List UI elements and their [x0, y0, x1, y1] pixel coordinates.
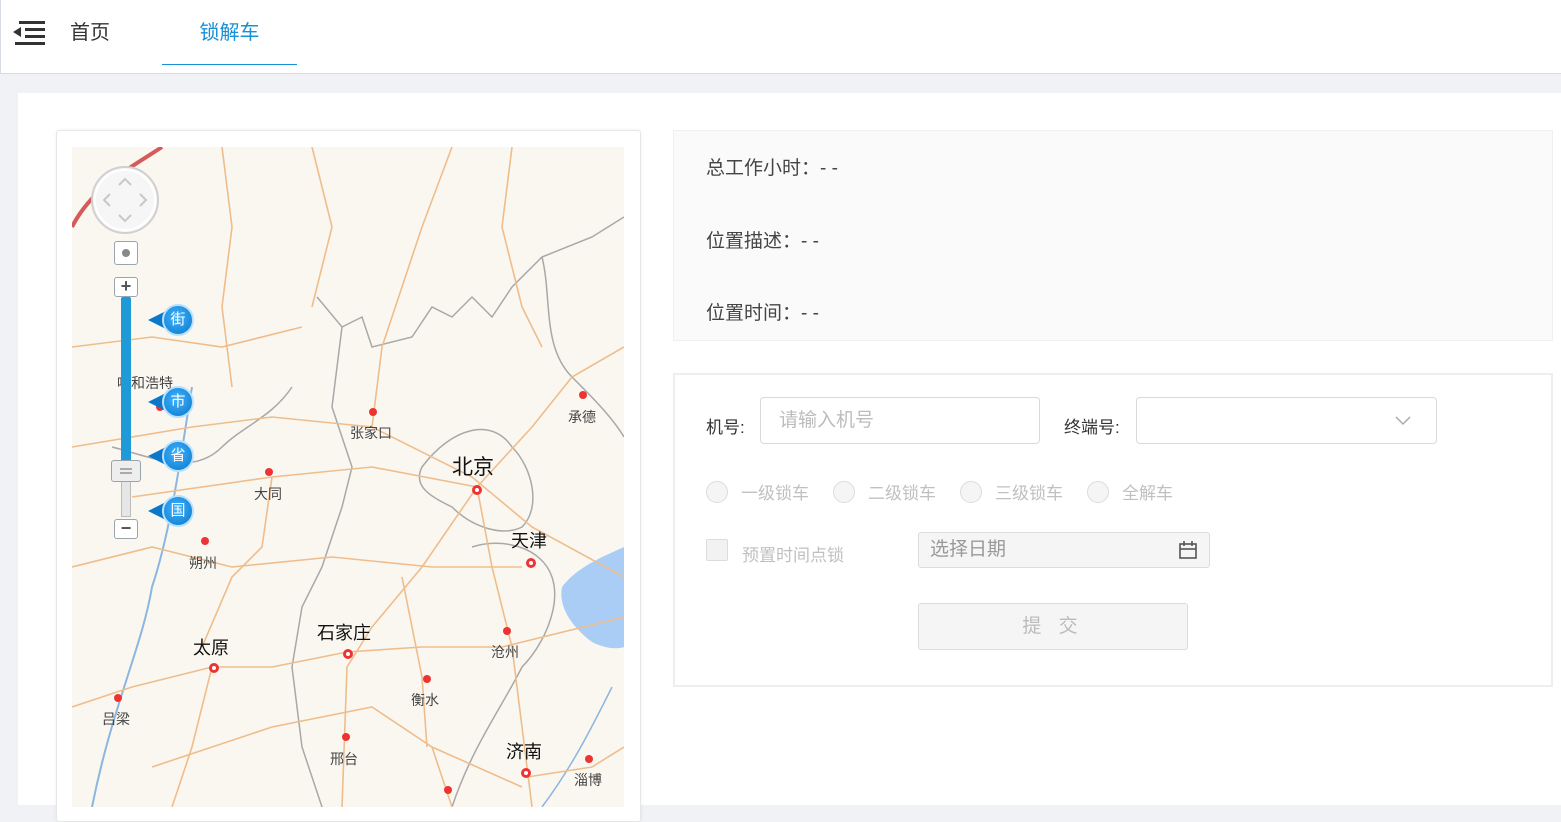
submit-button[interactable]: 提 交: [918, 603, 1188, 650]
city-label: 石家庄: [317, 623, 371, 643]
total-work-hours: 总工作小时：- -: [706, 158, 838, 179]
radio-circle[interactable]: [960, 480, 982, 503]
map-background: [72, 147, 624, 807]
zoom-in-button[interactable]: +: [114, 277, 138, 297]
radio-label: 三级锁车: [995, 484, 1063, 503]
zoom-slider-track[interactable]: [121, 297, 131, 479]
map-card: 呼和浩特 张家口 承德 北京 大同 天津 朔州 太原 石家庄 沧州 衡水 吕梁 …: [56, 130, 641, 822]
calendar-icon: [1179, 541, 1197, 559]
radio-label: 二级锁车: [868, 484, 936, 503]
map[interactable]: 呼和浩特 张家口 承德 北京 大同 天津 朔州 太原 石家庄 沧州 衡水 吕梁 …: [72, 147, 624, 807]
radio-unlock-all[interactable]: 全解车: [1087, 479, 1173, 504]
chevron-down-icon: [1395, 416, 1411, 426]
city-label: 太原: [193, 638, 229, 658]
location-time: 位置时间：- -: [706, 303, 819, 324]
city-label: 北京: [452, 456, 494, 479]
radio-lock-level-3[interactable]: 三级锁车: [960, 479, 1063, 504]
city-label: 淄博: [574, 772, 602, 788]
zoom-level-city-button[interactable]: 市: [148, 384, 196, 420]
city-label: 邢台: [330, 751, 358, 767]
tab-lock-unlock[interactable]: 锁解车: [162, 0, 297, 65]
city-label: 沧州: [491, 644, 519, 660]
location-description: 位置描述：- -: [706, 231, 819, 252]
preset-time-lock-checkbox[interactable]: [706, 539, 728, 561]
radio-label: 一级锁车: [741, 484, 809, 503]
radio-circle[interactable]: [706, 480, 728, 503]
tab-home[interactable]: 首页: [68, 0, 112, 64]
city-label: 天津: [511, 531, 547, 551]
date-picker[interactable]: 选择日期: [918, 532, 1210, 568]
city-label: 济南: [506, 742, 542, 762]
terminal-number-label: 终端号:: [1064, 418, 1120, 437]
city-label: 张家口: [350, 425, 392, 441]
zoom-level-province-button[interactable]: 省: [148, 438, 196, 474]
machine-number-label: 机号:: [706, 418, 745, 437]
zoom-level-city-label: 市: [162, 386, 194, 418]
city-label: 大同: [254, 486, 282, 502]
main-content: 呼和浩特 张家口 承德 北京 大同 天津 朔州 太原 石家庄 沧州 衡水 吕梁 …: [18, 93, 1561, 822]
city-label: 朔州: [189, 555, 217, 571]
city-label: 衡水: [411, 692, 439, 708]
zoom-level-country-button[interactable]: 国: [148, 493, 196, 529]
lock-form-card: 机号: 终端号: 一级锁车 二级锁车 三级锁车 全解车 预置时间点锁 选择日期: [673, 373, 1553, 687]
top-nav: 首页 锁解车: [0, 0, 1561, 74]
radio-circle[interactable]: [833, 480, 855, 503]
vehicle-info-card: 总工作小时：- - 位置描述：- - 位置时间：- -: [673, 130, 1553, 341]
map-pan-control[interactable]: [90, 165, 160, 240]
zoom-slider-handle[interactable]: [111, 460, 141, 482]
zoom-level-street-button[interactable]: 街: [148, 302, 196, 338]
preset-time-lock-label: 预置时间点锁: [742, 546, 844, 565]
zoom-slider-track-remainder[interactable]: [121, 479, 131, 517]
radio-lock-level-1[interactable]: 一级锁车: [706, 479, 809, 504]
zoom-level-province-label: 省: [162, 440, 194, 472]
date-placeholder: 选择日期: [930, 539, 1007, 560]
radio-circle[interactable]: [1087, 480, 1109, 503]
radio-lock-level-2[interactable]: 二级锁车: [833, 479, 936, 504]
lock-level-radio-group: 一级锁车 二级锁车 三级锁车 全解车: [706, 479, 1197, 504]
machine-number-input[interactable]: [760, 397, 1040, 444]
zoom-out-button[interactable]: −: [114, 519, 138, 539]
radio-label: 全解车: [1122, 484, 1173, 503]
city-label: 吕梁: [102, 711, 130, 727]
zoom-level-street-label: 街: [162, 304, 194, 336]
zoom-level-country-label: 国: [162, 495, 194, 527]
terminal-number-select[interactable]: [1136, 397, 1437, 444]
city-label: 承德: [568, 409, 596, 425]
menu-collapse-icon[interactable]: [13, 19, 45, 47]
locate-button[interactable]: [114, 241, 138, 265]
